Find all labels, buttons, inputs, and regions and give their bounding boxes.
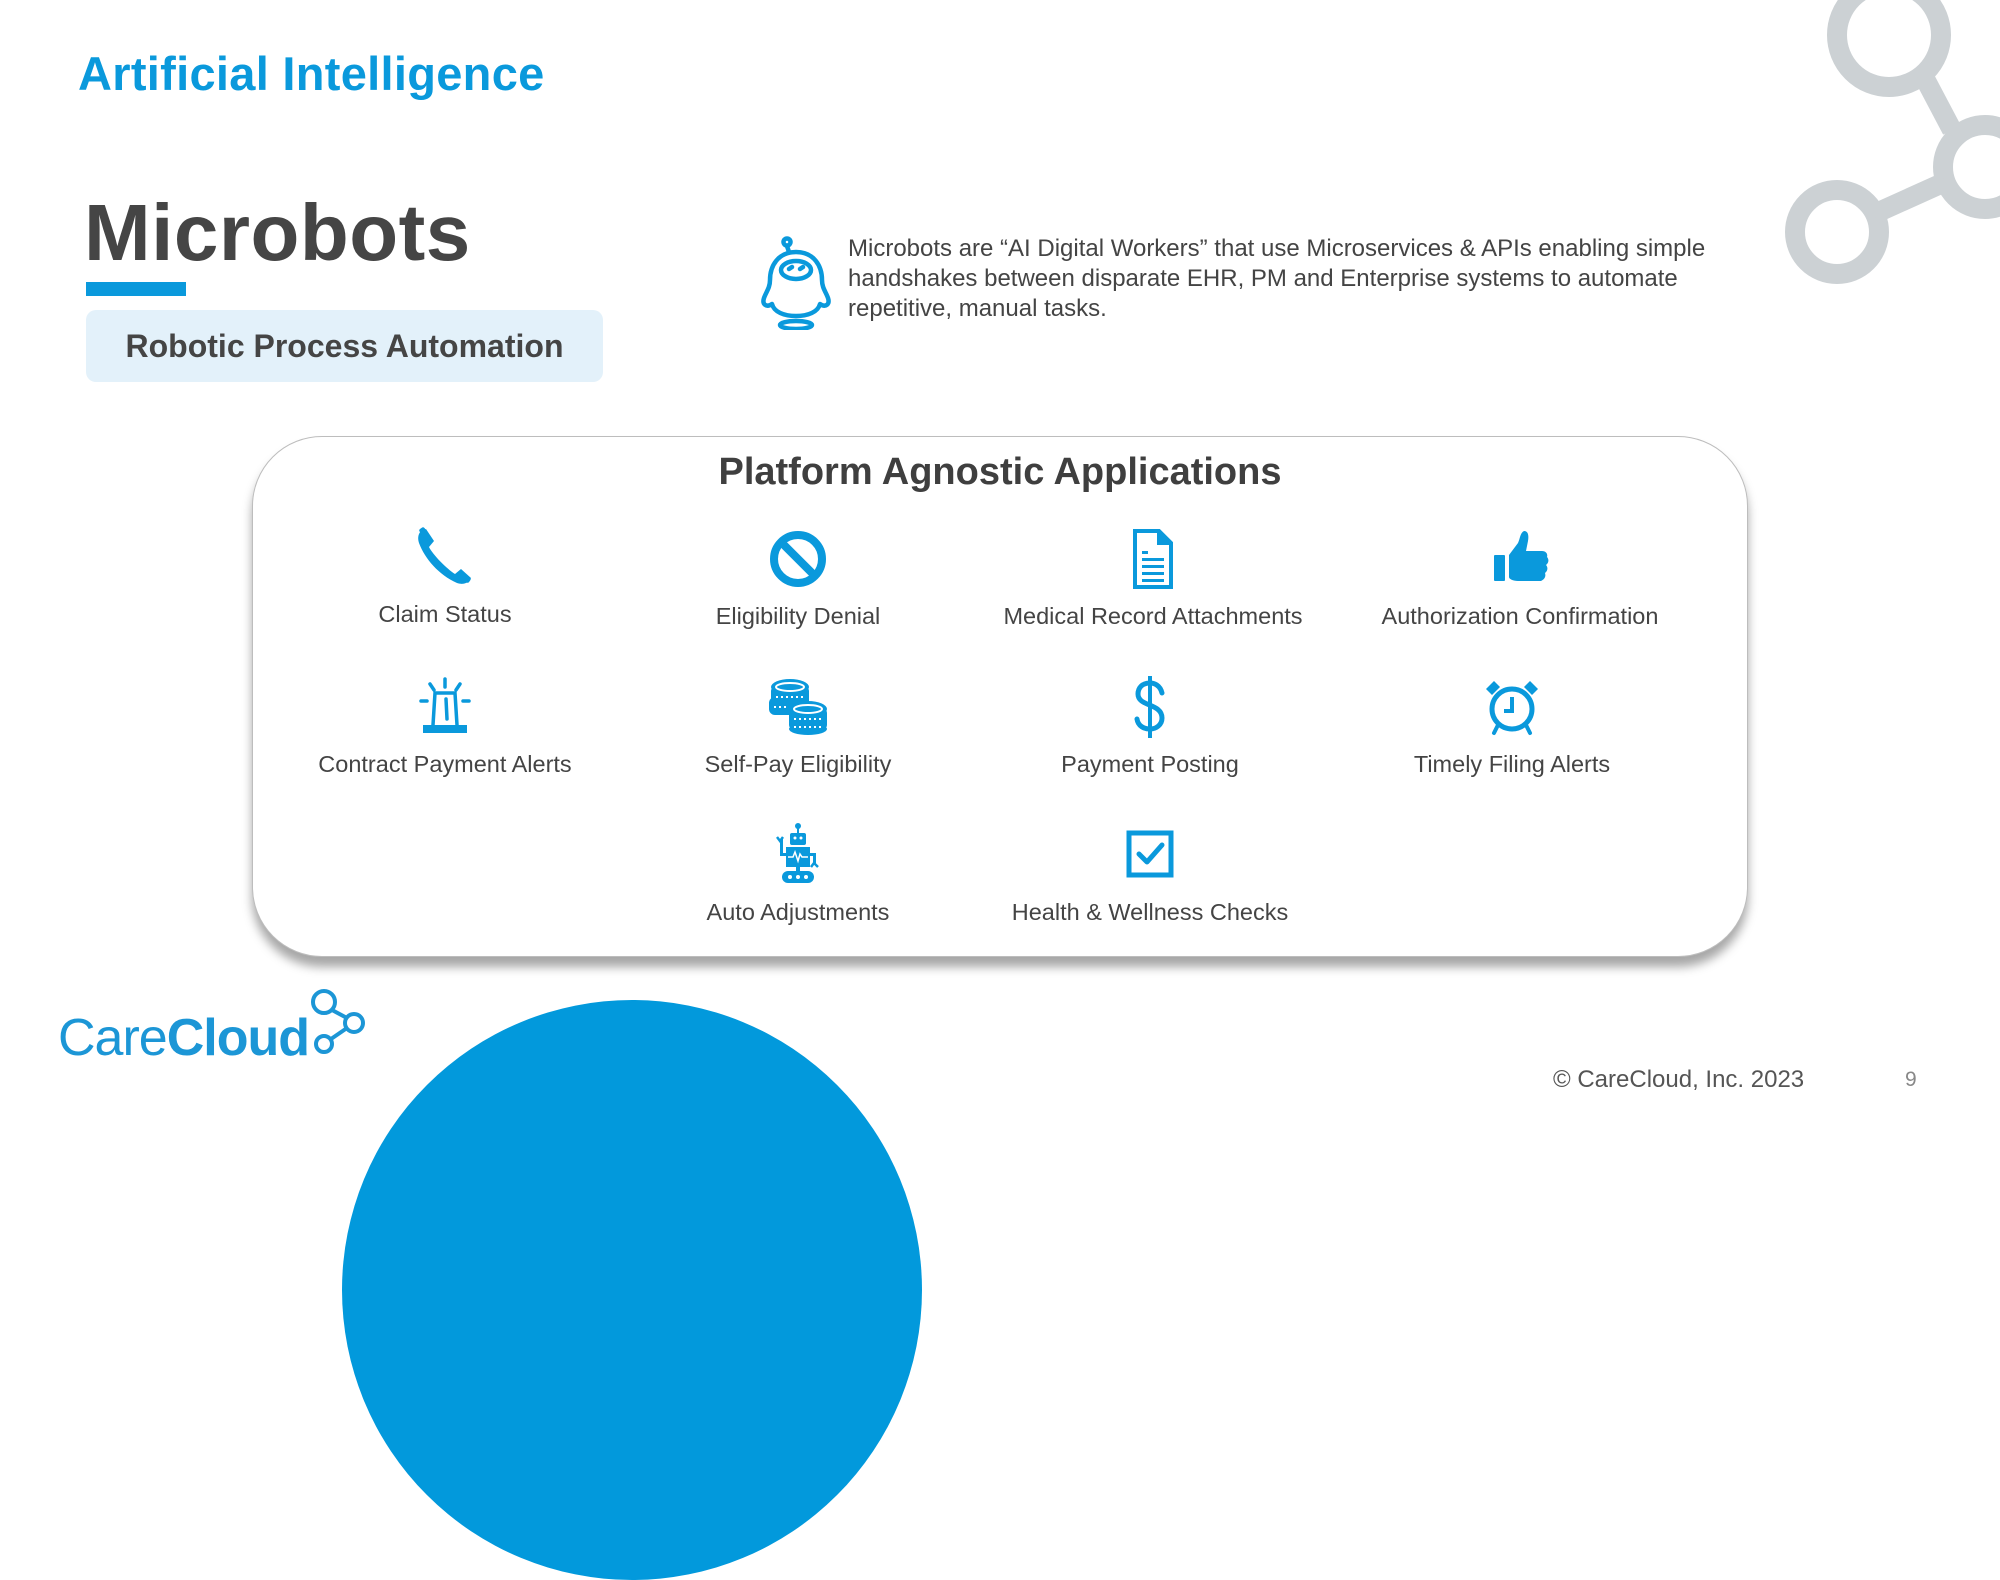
subtitle-badge: Robotic Process Automation <box>86 310 603 382</box>
carecloud-logo: CareCloud <box>58 988 368 1078</box>
logo-network-icon <box>311 989 365 1054</box>
robot-icon <box>776 823 819 883</box>
app-label: Self-Pay Eligibility <box>704 751 892 777</box>
app-item-authorization-confirmation: Authorization Confirmation <box>1340 527 1700 630</box>
app-item-timely-filing-alerts: Timely Filing Alerts <box>1332 675 1692 778</box>
app-label: Health & Wellness Checks <box>1011 899 1289 925</box>
app-label: Auto Adjustments <box>706 899 890 925</box>
app-item-medical-record-attachments: Medical Record Attachments <box>973 527 1333 630</box>
app-label: Claim Status <box>378 601 512 627</box>
app-item-auto-adjustments: Auto Adjustments <box>618 823 978 926</box>
logo-text-bold: Cloud <box>166 1009 310 1067</box>
dollar-icon <box>1134 676 1165 738</box>
applications-card: Platform Agnostic Applications Claim Sta… <box>252 436 1748 957</box>
logo-wordmark: CareCloud <box>58 1008 310 1068</box>
app-label: Eligibility Denial <box>715 603 881 629</box>
page-title: Microbots <box>84 188 471 277</box>
checkbox-icon <box>1126 830 1174 878</box>
page-number: 9 <box>1905 1068 1917 1091</box>
document-icon <box>1133 529 1173 589</box>
app-label: Authorization Confirmation <box>1381 603 1659 629</box>
decorative-arc <box>342 1000 922 1580</box>
app-item-eligibility-denial: Eligibility Denial <box>618 527 978 630</box>
app-item-health-wellness-checks: Health & Wellness Checks <box>970 823 1330 926</box>
card-title: Platform Agnostic Applications <box>718 451 1282 493</box>
phone-icon <box>418 527 471 584</box>
copyright-text: © CareCloud, Inc. 2023 <box>1553 1066 1805 1093</box>
app-item-claim-status: Claim Status <box>265 525 625 628</box>
app-label: Contract Payment Alerts <box>318 751 572 777</box>
app-label: Timely Filing Alerts <box>1413 751 1611 777</box>
app-item-self-pay-eligibility: Self-Pay Eligibility <box>618 675 978 778</box>
description-text: Microbots are “AI Digital Workers” that … <box>848 235 1706 322</box>
siren-icon <box>419 677 471 733</box>
logo-text-light: Care <box>58 1009 168 1067</box>
network-decoration-icon <box>1785 0 2000 284</box>
app-item-contract-payment-alerts: Contract Payment Alerts <box>265 675 625 778</box>
coins-icon <box>769 679 827 735</box>
thumbs-up-icon <box>1494 531 1549 581</box>
section-title: Artificial Intelligence <box>78 47 545 100</box>
prohibited-icon <box>770 531 826 587</box>
robot-assistant-icon <box>761 236 831 330</box>
app-label: Medical Record Attachments <box>1003 603 1303 629</box>
app-label: Payment Posting <box>1061 751 1239 777</box>
title-underline <box>86 282 186 296</box>
subtitle-text: Robotic Process Automation <box>125 327 564 364</box>
alarm-clock-icon <box>1486 681 1538 735</box>
app-item-payment-posting: Payment Posting <box>970 675 1330 778</box>
